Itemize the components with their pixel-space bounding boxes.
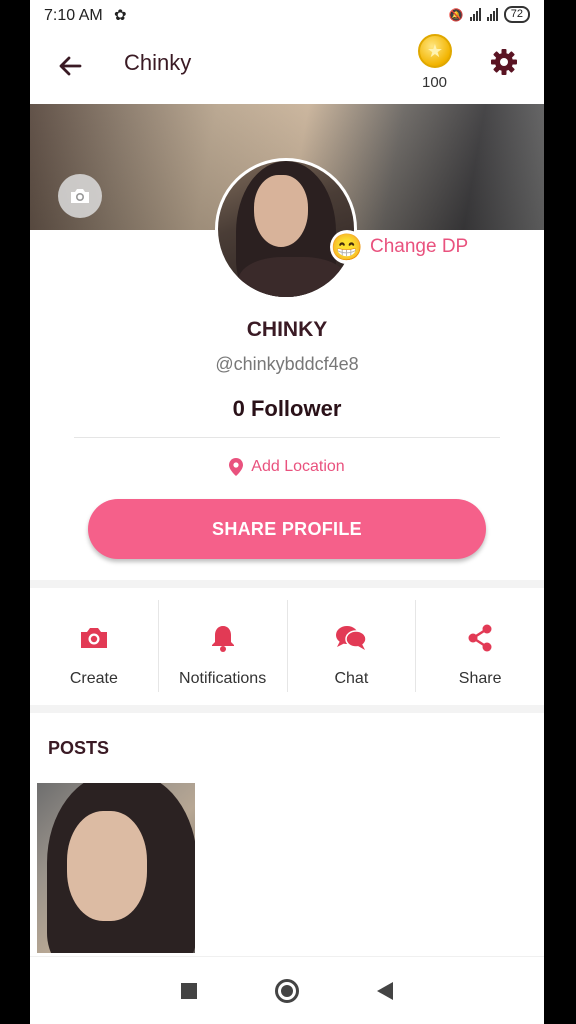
chat-button[interactable]: Chat	[288, 600, 417, 692]
grinning-emoji-icon: 😁	[330, 230, 364, 264]
add-location-label: Add Location	[251, 458, 345, 475]
change-dp-button[interactable]: 😁 Change DP	[330, 230, 468, 264]
divider	[74, 437, 500, 438]
profile-name: CHINKY	[246, 318, 328, 341]
back-icon[interactable]	[377, 981, 393, 1000]
create-button[interactable]: Create	[30, 600, 159, 692]
mute-icon: 🔕	[448, 7, 464, 22]
coin-count: 100	[422, 74, 448, 91]
status-right: 🔕 72	[449, 6, 530, 23]
page-title: Chinky	[124, 50, 192, 75]
change-cover-button[interactable]	[58, 174, 102, 218]
notifications-button[interactable]: Notifications	[159, 600, 288, 692]
signal-icon	[469, 8, 481, 21]
system-nav-bar	[30, 956, 544, 1024]
app-bar: Chinky ★ 100	[30, 32, 544, 104]
back-arrow-icon[interactable]	[54, 50, 86, 82]
section-separator	[30, 705, 544, 713]
share-profile-button[interactable]: SHARE PROFILE	[88, 499, 486, 559]
share-icon	[468, 624, 492, 652]
chat-label: Chat	[334, 670, 369, 687]
camera-icon	[80, 628, 107, 648]
app-notification-icon: ✿	[114, 7, 127, 24]
create-label: Create	[69, 670, 118, 687]
status-bar: 7:10 AM ✿ 🔕 72	[30, 0, 544, 32]
status-time: 7:10 AM	[44, 7, 103, 24]
follower-count[interactable]: 0 Follower	[30, 396, 544, 422]
profile-handle: @chinkybddcf4e8	[215, 354, 359, 374]
location-pin-icon	[229, 458, 244, 476]
chat-icon	[336, 626, 368, 650]
recents-icon[interactable]	[181, 982, 197, 999]
post-thumbnail[interactable]	[37, 783, 195, 953]
share-button[interactable]: Share	[416, 600, 544, 692]
profile-avatar[interactable]	[215, 158, 357, 300]
section-separator	[30, 580, 544, 588]
app-screen: 7:10 AM ✿ 🔕 72 Chinky ★ 100 😁 Change DP …	[30, 0, 544, 1024]
bell-icon	[211, 626, 234, 652]
action-row: Create Notifications Chat Share	[30, 600, 544, 692]
camera-icon	[71, 189, 89, 203]
change-dp-label: Change DP	[370, 236, 469, 257]
signal-icon-2	[486, 8, 498, 21]
notifications-label: Notifications	[179, 670, 267, 687]
posts-heading: POSTS	[48, 738, 110, 758]
coin-icon[interactable]: ★	[418, 34, 452, 68]
add-location-button[interactable]: Add Location	[30, 458, 544, 476]
home-icon[interactable]	[275, 978, 299, 1003]
battery-icon: 72	[503, 6, 530, 23]
share-label: Share	[458, 670, 502, 687]
settings-gear-icon[interactable]	[488, 46, 520, 78]
